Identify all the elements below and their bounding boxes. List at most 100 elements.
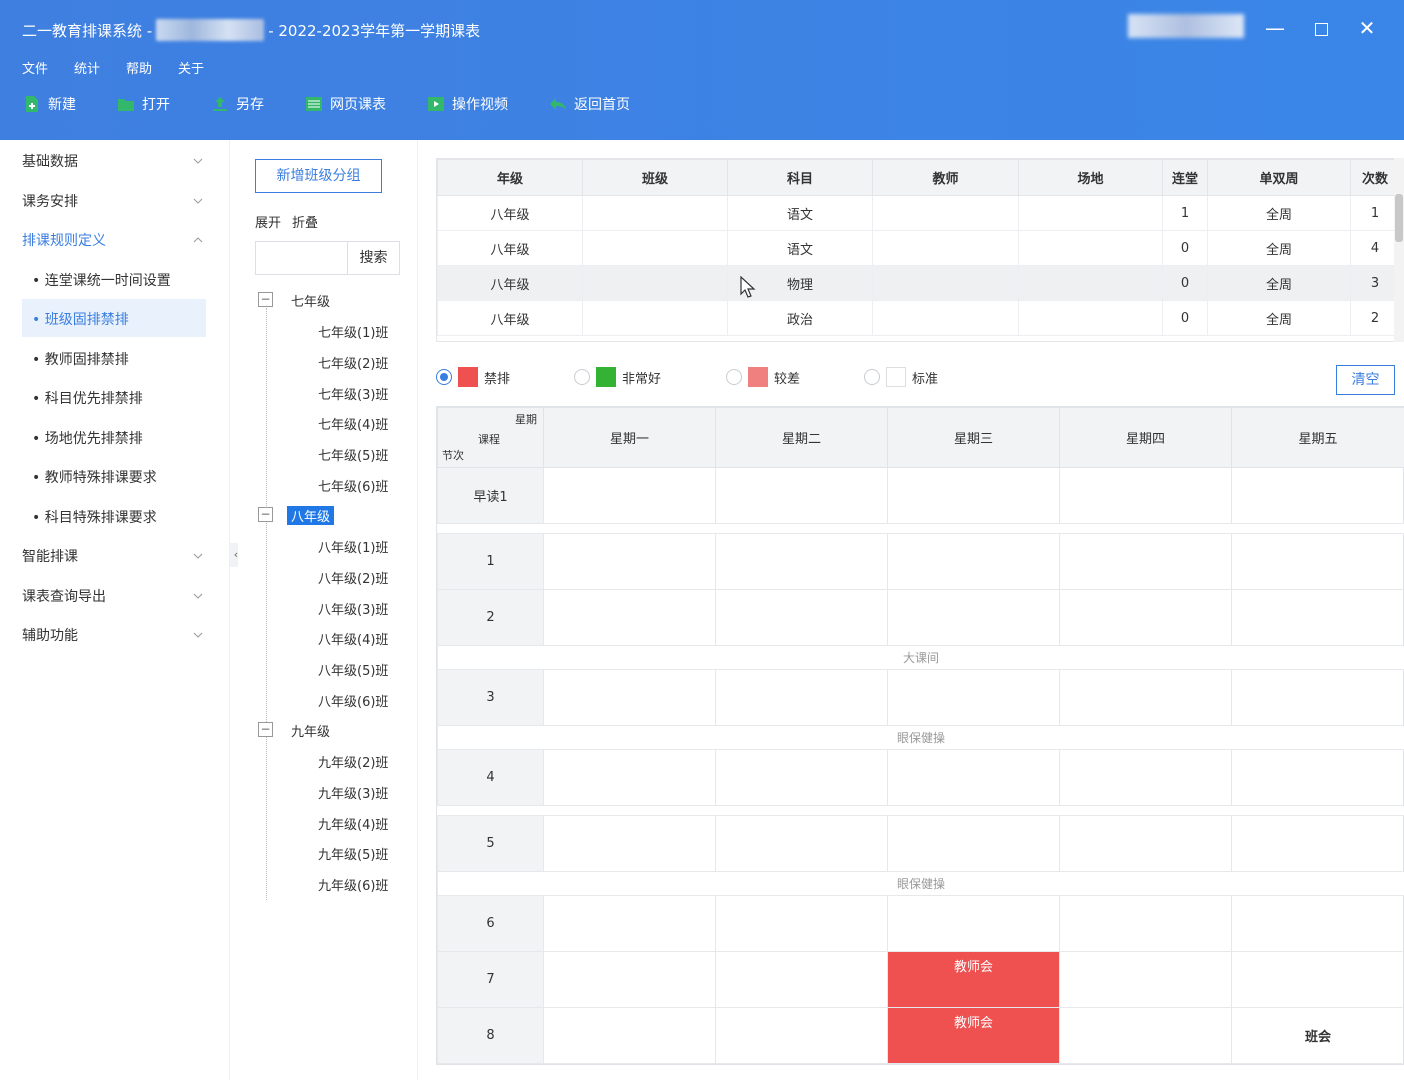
schedule-cell[interactable] (1059, 467, 1232, 524)
radio-very-good[interactable] (574, 369, 590, 385)
user-info-redacted[interactable] (1128, 14, 1244, 38)
schedule-cell[interactable] (887, 669, 1060, 726)
collapse-toggle-icon[interactable]: − (258, 722, 273, 737)
option-ban[interactable]: 禁排 (436, 367, 510, 387)
tutorial-video-button[interactable]: 操作视频 (426, 94, 508, 114)
schedule-cell[interactable] (1231, 669, 1404, 726)
tree-leaf-class[interactable]: 八年级(5)班 (318, 660, 388, 679)
tree-leaf-class[interactable]: 八年级(2)班 (318, 568, 388, 587)
new-button[interactable]: 新建 (22, 94, 76, 114)
col-header-grade[interactable]: 年级 (437, 159, 583, 196)
sidebar-group-rules[interactable]: 排课规则定义 (22, 230, 106, 250)
sidebar-item-subject-special[interactable]: • 科目特殊排课要求 (32, 507, 157, 527)
tree-node-grade7[interactable]: 七年级 (291, 291, 330, 310)
schedule-cell[interactable] (887, 589, 1060, 646)
schedule-cell[interactable] (543, 467, 716, 524)
tree-node-grade8[interactable]: 八年级 (287, 506, 335, 525)
sidebar-group-basic-data[interactable]: 基础数据 (22, 151, 78, 171)
sidebar-item-class-fixed-ban[interactable]: • 班级固排禁排 (32, 309, 129, 329)
sidebar-group-course-tasks[interactable]: 课务安排 (22, 191, 78, 211)
schedule-cell[interactable] (1231, 533, 1404, 590)
schedule-cell[interactable] (1231, 951, 1404, 1008)
option-standard[interactable]: 标准 (864, 367, 938, 387)
schedule-cell[interactable] (715, 815, 888, 872)
tree-leaf-class[interactable]: 九年级(6)班 (318, 875, 388, 894)
schedule-cell[interactable] (715, 1007, 888, 1064)
tree-leaf-class[interactable]: 九年级(3)班 (318, 783, 388, 802)
maximize-button[interactable] (1306, 14, 1336, 42)
tree-node-grade9[interactable]: 九年级 (291, 721, 330, 740)
tree-leaf-class[interactable]: 七年级(2)班 (318, 353, 388, 372)
radio-standard[interactable] (864, 369, 880, 385)
schedule-cell[interactable] (887, 815, 1060, 872)
schedule-cell[interactable] (887, 467, 1060, 524)
schedule-cell[interactable] (1231, 749, 1404, 806)
search-button[interactable]: 搜索 (347, 242, 399, 274)
sidebar-item-venue-priority[interactable]: • 场地优先排禁排 (32, 428, 143, 448)
web-timetable-button[interactable]: 网页课表 (304, 94, 386, 114)
schedule-cell[interactable] (1231, 467, 1404, 524)
table-row[interactable]: 八年级 语文 0 全周 4 (437, 230, 1397, 266)
tree-leaf-class[interactable]: 九年级(5)班 (318, 844, 388, 863)
tree-leaf-class[interactable]: 八年级(3)班 (318, 599, 388, 618)
tree-leaf-class[interactable]: 八年级(6)班 (318, 691, 388, 710)
schedule-cell[interactable] (715, 895, 888, 952)
menu-stats[interactable]: 统计 (74, 58, 100, 77)
schedule-cell[interactable] (715, 467, 888, 524)
table-scrollbar-thumb[interactable] (1395, 194, 1403, 242)
schedule-cell[interactable] (543, 749, 716, 806)
schedule-cell[interactable] (715, 669, 888, 726)
col-header-subject[interactable]: 科目 (727, 159, 873, 196)
close-button[interactable]: ✕ (1352, 14, 1382, 42)
sidebar-item-subject-priority[interactable]: • 科目优先排禁排 (32, 388, 143, 408)
schedule-cell-fixed[interactable]: 班会 (1231, 1007, 1404, 1064)
schedule-cell[interactable] (715, 951, 888, 1008)
col-header-count[interactable]: 次数 (1350, 159, 1397, 196)
table-scrollbar[interactable] (1394, 158, 1404, 342)
sidebar-group-smart-schedule[interactable]: 智能排课 (22, 546, 78, 566)
table-row[interactable]: 八年级 物理 0 全周 3 (437, 265, 1397, 301)
schedule-cell[interactable] (1059, 951, 1232, 1008)
schedule-cell[interactable] (715, 589, 888, 646)
tree-leaf-class[interactable]: 九年级(2)班 (318, 752, 388, 771)
menu-help[interactable]: 帮助 (126, 58, 152, 77)
col-header-week-type[interactable]: 单双周 (1207, 159, 1351, 196)
class-search-input[interactable] (256, 242, 347, 274)
tree-leaf-class[interactable]: 九年级(4)班 (318, 814, 388, 833)
schedule-cell-banned[interactable]: 教师会 (887, 951, 1060, 1008)
tree-leaf-class[interactable]: 七年级(3)班 (318, 384, 388, 403)
return-home-button[interactable]: 返回首页 (548, 94, 630, 114)
tree-leaf-class[interactable]: 八年级(1)班 (318, 537, 388, 556)
col-header-teacher[interactable]: 教师 (872, 159, 1019, 196)
schedule-cell[interactable] (543, 815, 716, 872)
schedule-cell[interactable] (1059, 815, 1232, 872)
schedule-cell[interactable] (1231, 895, 1404, 952)
schedule-cell[interactable] (543, 533, 716, 590)
add-class-group-button[interactable]: 新增班级分组 (255, 159, 382, 193)
schedule-cell[interactable] (715, 749, 888, 806)
schedule-cell[interactable] (1059, 533, 1232, 590)
table-row[interactable]: 八年级 政治 0 全周 2 (437, 300, 1397, 336)
schedule-cell[interactable] (1231, 815, 1404, 872)
schedule-cell[interactable] (1231, 589, 1404, 646)
collapse-all-link[interactable]: 折叠 (292, 212, 318, 231)
schedule-cell[interactable] (1059, 1007, 1232, 1064)
schedule-cell[interactable] (543, 951, 716, 1008)
tree-leaf-class[interactable]: 七年级(5)班 (318, 445, 388, 464)
tree-leaf-class[interactable]: 八年级(4)班 (318, 629, 388, 648)
schedule-cell[interactable] (1059, 895, 1232, 952)
schedule-cell[interactable] (887, 533, 1060, 590)
radio-ban[interactable] (436, 369, 452, 385)
option-poor[interactable]: 较差 (726, 367, 800, 387)
schedule-cell[interactable] (887, 749, 1060, 806)
collapse-toggle-icon[interactable]: − (258, 292, 273, 307)
collapse-toggle-icon[interactable]: − (258, 507, 273, 522)
save-as-button[interactable]: 另存 (210, 94, 264, 114)
schedule-cell[interactable] (1059, 749, 1232, 806)
col-header-consecutive[interactable]: 连堂 (1162, 159, 1208, 196)
col-header-venue[interactable]: 场地 (1018, 159, 1163, 196)
schedule-cell[interactable] (543, 895, 716, 952)
clear-button[interactable]: 清空 (1336, 365, 1395, 395)
schedule-cell[interactable] (887, 895, 1060, 952)
sidebar-group-query-export[interactable]: 课表查询导出 (22, 586, 106, 606)
